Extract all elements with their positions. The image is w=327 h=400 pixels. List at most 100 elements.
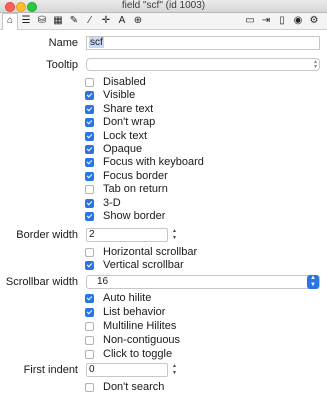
checkbox-row-don-t-wrap[interactable]: Don't wrap: [0, 116, 327, 129]
checkbox-opaque[interactable]: [85, 145, 94, 154]
checkbox-row-vertical-scrollbar[interactable]: Vertical scrollbar: [0, 259, 327, 272]
property-inspector-window: field "scf" (id 1003) ⌂ ☰ ⛁ ▦ ✎ ⁄ ✛ A ⊕ …: [0, 0, 327, 400]
checkbox-row-focus-with-keyboard[interactable]: Focus with keyboard: [0, 156, 327, 169]
checkbox-row-visible[interactable]: Visible: [0, 89, 327, 102]
tooltip-row: Tooltip ▴ ▾: [0, 58, 327, 72]
checkbox-label: Horizontal scrollbar: [103, 246, 198, 258]
target-icon[interactable]: ⊕: [131, 14, 145, 28]
scrollbar-width-label: Scrollbar width: [5, 276, 78, 288]
stepper-up-icon[interactable]: ▲: [171, 363, 178, 370]
checkbox-vertical-scrollbar[interactable]: [85, 261, 94, 271]
checkbox-row-opaque[interactable]: Opaque: [0, 143, 327, 156]
checkbox-row-multiline-hilites[interactable]: Multiline Hilites: [0, 320, 327, 333]
grid-icon[interactable]: ▦: [51, 14, 65, 28]
checkbox-row-non-contiguous[interactable]: Non-contiguous: [0, 334, 327, 347]
checkbox-label: Focus with keyboard: [103, 156, 204, 169]
home-icon[interactable]: ⌂: [2, 13, 18, 30]
checkbox-lock-text[interactable]: [85, 131, 94, 141]
checkbox-auto-hilite[interactable]: [85, 294, 94, 303]
gear-icon[interactable]: ⚙: [307, 14, 321, 28]
first-indent-field[interactable]: 0: [86, 363, 168, 377]
stepper-down-icon[interactable]: ▼: [171, 370, 178, 377]
checkbox-disabled[interactable]: [85, 78, 94, 87]
database-icon[interactable]: ⛁: [35, 14, 49, 28]
name-field[interactable]: scf: [86, 36, 320, 50]
checkbox-label: Lock text: [103, 129, 148, 142]
window-icon[interactable]: ▭: [243, 14, 257, 28]
checkbox-row-lock-text[interactable]: Lock text: [0, 130, 327, 143]
property-panel: Name scf Tooltip ▴ ▾ Disabled Visible Share…: [0, 30, 327, 400]
text-size-icon[interactable]: A: [115, 14, 129, 28]
checkbox-3-d[interactable]: [85, 198, 94, 208]
checkbox-row-show-border[interactable]: Show border: [0, 210, 327, 223]
tooltip-field[interactable]: ▴ ▾: [86, 58, 320, 71]
checkbox-label: Click to toggle: [103, 348, 173, 360]
stepper-up-icon[interactable]: ▲: [171, 228, 178, 235]
checkbox-row-don-t-search[interactable]: Don't search: [0, 381, 327, 394]
checkbox-label: Disabled: [103, 76, 146, 88]
first-indent-row: First indent 0 ▲ ▼: [0, 363, 327, 377]
border-width-field[interactable]: 2: [86, 228, 168, 242]
name-row: Name scf: [0, 36, 327, 50]
checkbox-tab-on-return[interactable]: [85, 185, 94, 195]
checkbox-row-horizontal-scrollbar[interactable]: Horizontal scrollbar: [0, 246, 327, 259]
scrollbar-width-value: 16: [97, 276, 109, 287]
checkbox-focus-border[interactable]: [85, 171, 94, 181]
checkbox-label: Non-contiguous: [103, 334, 181, 346]
move-icon[interactable]: ✛: [99, 14, 113, 28]
checkbox-row-3-d[interactable]: 3-D: [0, 197, 327, 210]
checkbox-non-contiguous[interactable]: [85, 336, 94, 345]
checkbox-don-t-search[interactable]: [85, 383, 94, 392]
checkbox-visible[interactable]: [85, 91, 94, 101]
checkbox-multiline-hilites[interactable]: [85, 322, 94, 331]
name-value: scf: [89, 37, 104, 48]
first-indent-stepper[interactable]: ▲ ▼: [171, 363, 178, 377]
checkbox-horizontal-scrollbar[interactable]: [85, 248, 94, 257]
pencil-icon[interactable]: ✎: [67, 14, 81, 28]
record-icon[interactable]: ◉: [291, 14, 305, 28]
tooltip-label: Tooltip: [46, 59, 78, 71]
checkbox-label: Opaque: [103, 143, 143, 155]
popup-chevron-icon[interactable]: ▲ ▼: [307, 275, 319, 289]
checkbox-label: Tab on return: [103, 183, 168, 196]
checkbox-label: 3-D: [103, 196, 121, 209]
checkbox-label: Share text: [103, 102, 154, 115]
checkbox-label: Visible: [103, 89, 136, 102]
border-width-label: Border width: [16, 229, 78, 241]
wand-icon[interactable]: ⁄: [83, 14, 97, 28]
checkbox-label: Focus border: [103, 169, 168, 182]
tooltip-scroll-arrows-icon[interactable]: ▴ ▾: [314, 59, 317, 70]
list-icon[interactable]: ☰: [19, 14, 33, 28]
inspector-toolbar: ⌂ ☰ ⛁ ▦ ✎ ⁄ ✛ A ⊕ ▭ ⇥ ▯ ◉ ⚙: [0, 13, 327, 30]
checkbox-show-border[interactable]: [85, 212, 94, 221]
enter-icon[interactable]: ⇥: [259, 14, 273, 28]
document-icon[interactable]: ▯: [275, 14, 289, 28]
checkbox-focus-with-keyboard[interactable]: [85, 158, 94, 168]
checkbox-row-disabled[interactable]: Disabled: [0, 76, 327, 89]
checkbox-row-click-to-toggle[interactable]: Click to toggle: [0, 348, 327, 361]
scrollbar-width-row: Scrollbar width 16 ▲ ▼: [0, 275, 327, 289]
checkbox-row-focus-border[interactable]: Focus border: [0, 170, 327, 183]
checkbox-row-share-text[interactable]: Share text: [0, 103, 327, 116]
border-width-stepper[interactable]: ▲ ▼: [171, 228, 178, 242]
checkbox-label: Auto hilite: [103, 292, 152, 304]
name-label: Name: [48, 37, 78, 49]
checkbox-list-behavior[interactable]: [85, 308, 94, 317]
first-indent-label: First indent: [23, 364, 78, 376]
checkbox-share-text[interactable]: [85, 104, 94, 114]
border-width-row: Border width 2 ▲ ▼: [0, 228, 327, 242]
title-bar[interactable]: field "scf" (id 1003): [0, 0, 327, 13]
checkbox-label: Multiline Hilites: [103, 320, 177, 332]
stepper-down-icon[interactable]: ▼: [171, 235, 178, 242]
checkbox-label: Show border: [103, 210, 166, 222]
window-title: field "scf" (id 1003): [121, 0, 206, 11]
checkbox-row-tab-on-return[interactable]: Tab on return: [0, 183, 327, 196]
checkbox-don-t-wrap[interactable]: [85, 118, 94, 128]
checkbox-label: Don't wrap: [103, 116, 156, 129]
checkbox-click-to-toggle[interactable]: [85, 350, 94, 359]
scrollbar-width-popup[interactable]: 16 ▲ ▼: [86, 275, 320, 289]
checkbox-label: Vertical scrollbar: [103, 259, 184, 272]
checkbox-row-list-behavior[interactable]: List behavior: [0, 306, 327, 319]
checkbox-label: List behavior: [103, 306, 166, 318]
checkbox-row-auto-hilite[interactable]: Auto hilite: [0, 292, 327, 305]
